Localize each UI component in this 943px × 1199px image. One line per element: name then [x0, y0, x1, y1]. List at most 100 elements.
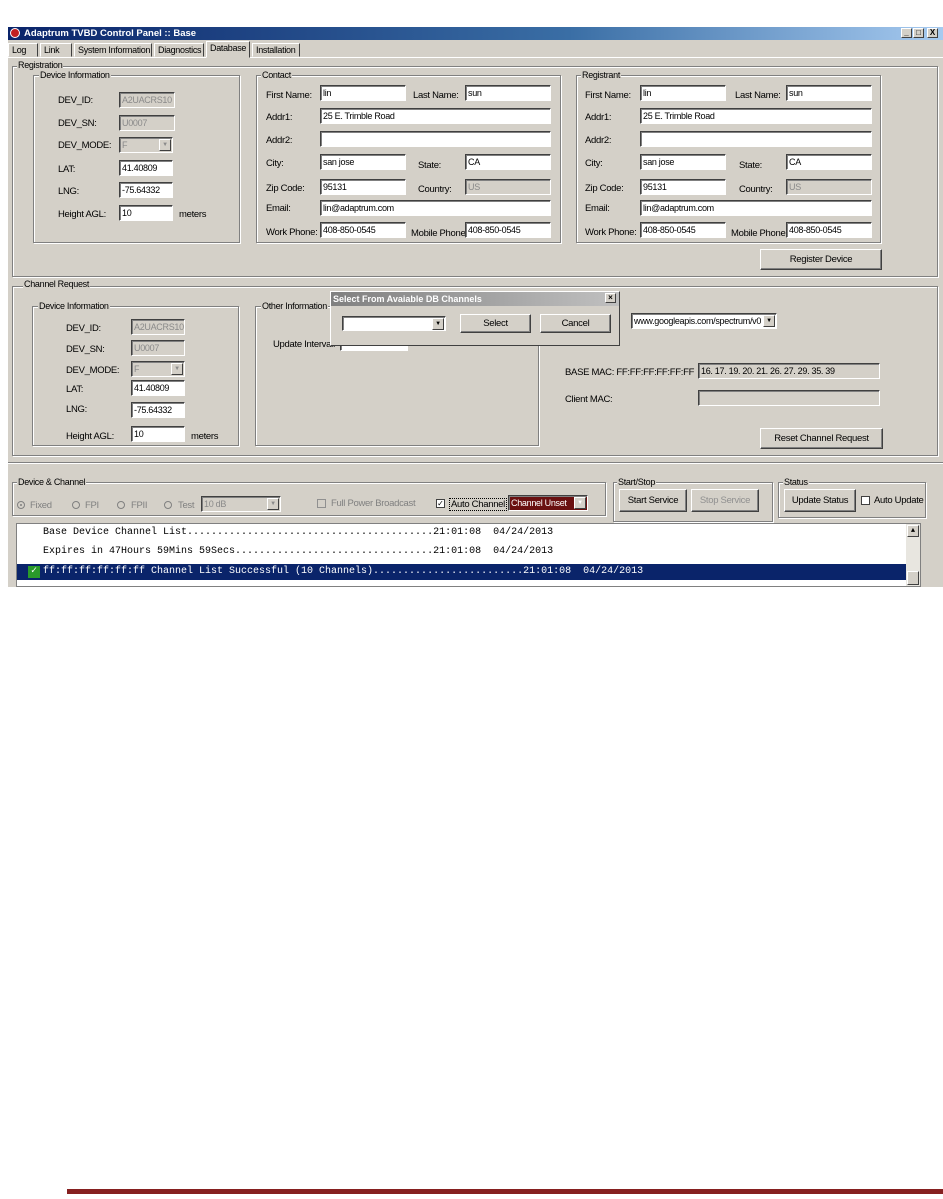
- registrant-last-label: Last Name:: [735, 90, 781, 101]
- registrant-work-field[interactable]: 408-850-0545: [640, 222, 726, 238]
- registrant-addr1-field[interactable]: 25 E. Trimble Road: [640, 108, 872, 124]
- base-mac-field: 16. 17. 19. 20. 21. 26. 27. 29. 35. 39: [698, 363, 880, 379]
- log-scrollbar[interactable]: ▲: [906, 524, 920, 586]
- dialog-cancel-button[interactable]: Cancel: [540, 314, 611, 333]
- contact-addr2-field[interactable]: [320, 131, 551, 147]
- cr-height-unit: meters: [191, 431, 219, 442]
- close-button[interactable]: X: [927, 28, 938, 38]
- reg-height-label: Height AGL:: [58, 209, 106, 220]
- reg-lat-field[interactable]: 41.40809: [119, 160, 173, 176]
- scroll-thumb[interactable]: [907, 571, 919, 585]
- register-device-button[interactable]: Register Device: [760, 249, 882, 270]
- full-power-checkbox[interactable]: [317, 499, 326, 508]
- registrant-zip-field[interactable]: 95131: [640, 179, 726, 195]
- registrant-last-field[interactable]: sun: [786, 85, 872, 101]
- tab-system-information[interactable]: System Information: [74, 43, 152, 57]
- start-stop-legend: Start/Stop: [617, 477, 657, 487]
- dialog-close-button[interactable]: ×: [605, 293, 616, 303]
- contact-first-label: First Name:: [266, 90, 312, 101]
- registrant-work-label: Work Phone:: [585, 227, 637, 238]
- contact-zip-label: Zip Code:: [266, 183, 305, 194]
- reg-device-info-legend: Device Information: [39, 70, 111, 80]
- tab-installation[interactable]: Installation: [252, 43, 300, 57]
- registrant-state-label: State:: [739, 160, 763, 171]
- contact-addr2-label: Addr2:: [266, 135, 293, 146]
- chevron-down-icon: ▼: [432, 318, 444, 330]
- scroll-up-icon[interactable]: ▲: [907, 525, 919, 537]
- reg-lat-label: LAT:: [58, 164, 76, 175]
- registrant-addr2-label: Addr2:: [585, 135, 612, 146]
- reg-height-unit: meters: [179, 209, 207, 220]
- update-interval-label: Update Interval:: [273, 339, 336, 350]
- auto-channel-checkbox[interactable]: ✓: [436, 499, 445, 508]
- fpi-label: FPI: [85, 500, 99, 511]
- test-db-select: 10 dB ▼: [201, 496, 281, 512]
- tab-log[interactable]: Log: [8, 43, 38, 57]
- registrant-city-field[interactable]: san jose: [640, 154, 726, 170]
- dialog-title: Select From Avaiable DB Channels: [331, 292, 619, 306]
- fpii-radio[interactable]: [117, 501, 125, 509]
- select-channel-dialog: Select From Avaiable DB Channels × ▼ Sel…: [330, 291, 620, 346]
- tab-diagnostics[interactable]: Diagnostics: [154, 43, 204, 57]
- full-power-label: Full Power Broadcast: [331, 498, 416, 509]
- contact-zip-field[interactable]: 95131: [320, 179, 406, 195]
- contact-first-field[interactable]: lin: [320, 85, 406, 101]
- registrant-addr2-field[interactable]: [640, 131, 872, 147]
- start-service-button[interactable]: Start Service: [619, 489, 687, 512]
- chevron-down-icon: ▼: [159, 139, 171, 151]
- contact-state-field[interactable]: CA: [465, 154, 551, 170]
- fpi-radio[interactable]: [72, 501, 80, 509]
- contact-mobile-field[interactable]: 408-850-0545: [465, 222, 551, 238]
- cr-height-field[interactable]: 10: [131, 426, 185, 442]
- registrant-mobile-field[interactable]: 408-850-0545: [786, 222, 872, 238]
- device-channel-legend: Device & Channel: [17, 477, 87, 487]
- reg-lng-field[interactable]: -75.64332: [119, 182, 173, 198]
- contact-city-label: City:: [266, 158, 284, 169]
- client-mac-field: [698, 390, 880, 406]
- test-radio[interactable]: [164, 501, 172, 509]
- maximize-button[interactable]: □: [913, 28, 924, 38]
- tab-link[interactable]: Link: [40, 43, 72, 57]
- registrant-email-field[interactable]: lin@adaptrum.com: [640, 200, 872, 216]
- fixed-radio[interactable]: [17, 501, 25, 509]
- reg-devsn-label: DEV_SN:: [58, 118, 97, 129]
- title-bar: Adaptrum TVBD Control Panel :: Base _ □ …: [8, 27, 943, 40]
- registrant-state-field[interactable]: CA: [786, 154, 872, 170]
- list-item[interactable]: Expires in 47Hours 59Mins 59Secs........…: [17, 544, 915, 560]
- cr-lng-field[interactable]: -75.64332: [131, 402, 185, 418]
- tab-database[interactable]: Database: [206, 41, 250, 58]
- reset-channel-request-button[interactable]: Reset Channel Request: [760, 428, 883, 449]
- registrant-city-label: City:: [585, 158, 603, 169]
- contact-city-field[interactable]: san jose: [320, 154, 406, 170]
- contact-addr1-field[interactable]: 25 E. Trimble Road: [320, 108, 551, 124]
- list-item[interactable]: ff:ff:ff:ff:ff:ff Channel List Successfu…: [17, 564, 915, 580]
- contact-email-label: Email:: [266, 203, 291, 214]
- contact-email-field[interactable]: lin@adaptrum.com: [320, 200, 551, 216]
- registrant-legend: Registrant: [581, 70, 622, 80]
- cr-lat-field[interactable]: 41.40809: [131, 380, 185, 396]
- stop-service-button[interactable]: Stop Service: [691, 489, 759, 512]
- minimize-button[interactable]: _: [901, 28, 912, 38]
- channel-unset-select[interactable]: Channel Unset ▼: [508, 495, 588, 511]
- log-list[interactable]: Base Device Channel List................…: [16, 523, 921, 587]
- auto-update-checkbox[interactable]: [861, 496, 870, 505]
- list-item[interactable]: Base Device Channel List................…: [17, 525, 915, 541]
- auto-channel-label: Auto Channel: [449, 498, 507, 511]
- chevron-down-icon: ▼: [171, 363, 183, 375]
- reg-devid-label: DEV_ID:: [58, 95, 93, 106]
- contact-work-field[interactable]: 408-850-0545: [320, 222, 406, 238]
- registrant-first-field[interactable]: lin: [640, 85, 726, 101]
- contact-last-field[interactable]: sun: [465, 85, 551, 101]
- url-select[interactable]: www.googleapis.com/spectrum/v0 ▼: [631, 313, 777, 329]
- update-status-button[interactable]: Update Status: [784, 489, 856, 512]
- base-mac-label: BASE MAC: FF:FF:FF:FF:FF:FF: [565, 367, 695, 378]
- dialog-select-button[interactable]: Select: [460, 314, 531, 333]
- cr-device-info-legend: Device Information: [38, 301, 110, 311]
- contact-addr1-label: Addr1:: [266, 112, 293, 123]
- chevron-down-icon: ▼: [267, 498, 279, 510]
- auto-update-label: Auto Update: [874, 495, 924, 506]
- channel-select[interactable]: ▼: [342, 316, 446, 331]
- reg-height-field[interactable]: 10: [119, 205, 173, 221]
- status-legend: Status: [783, 477, 809, 487]
- checkmark-icon: ✓: [28, 566, 40, 578]
